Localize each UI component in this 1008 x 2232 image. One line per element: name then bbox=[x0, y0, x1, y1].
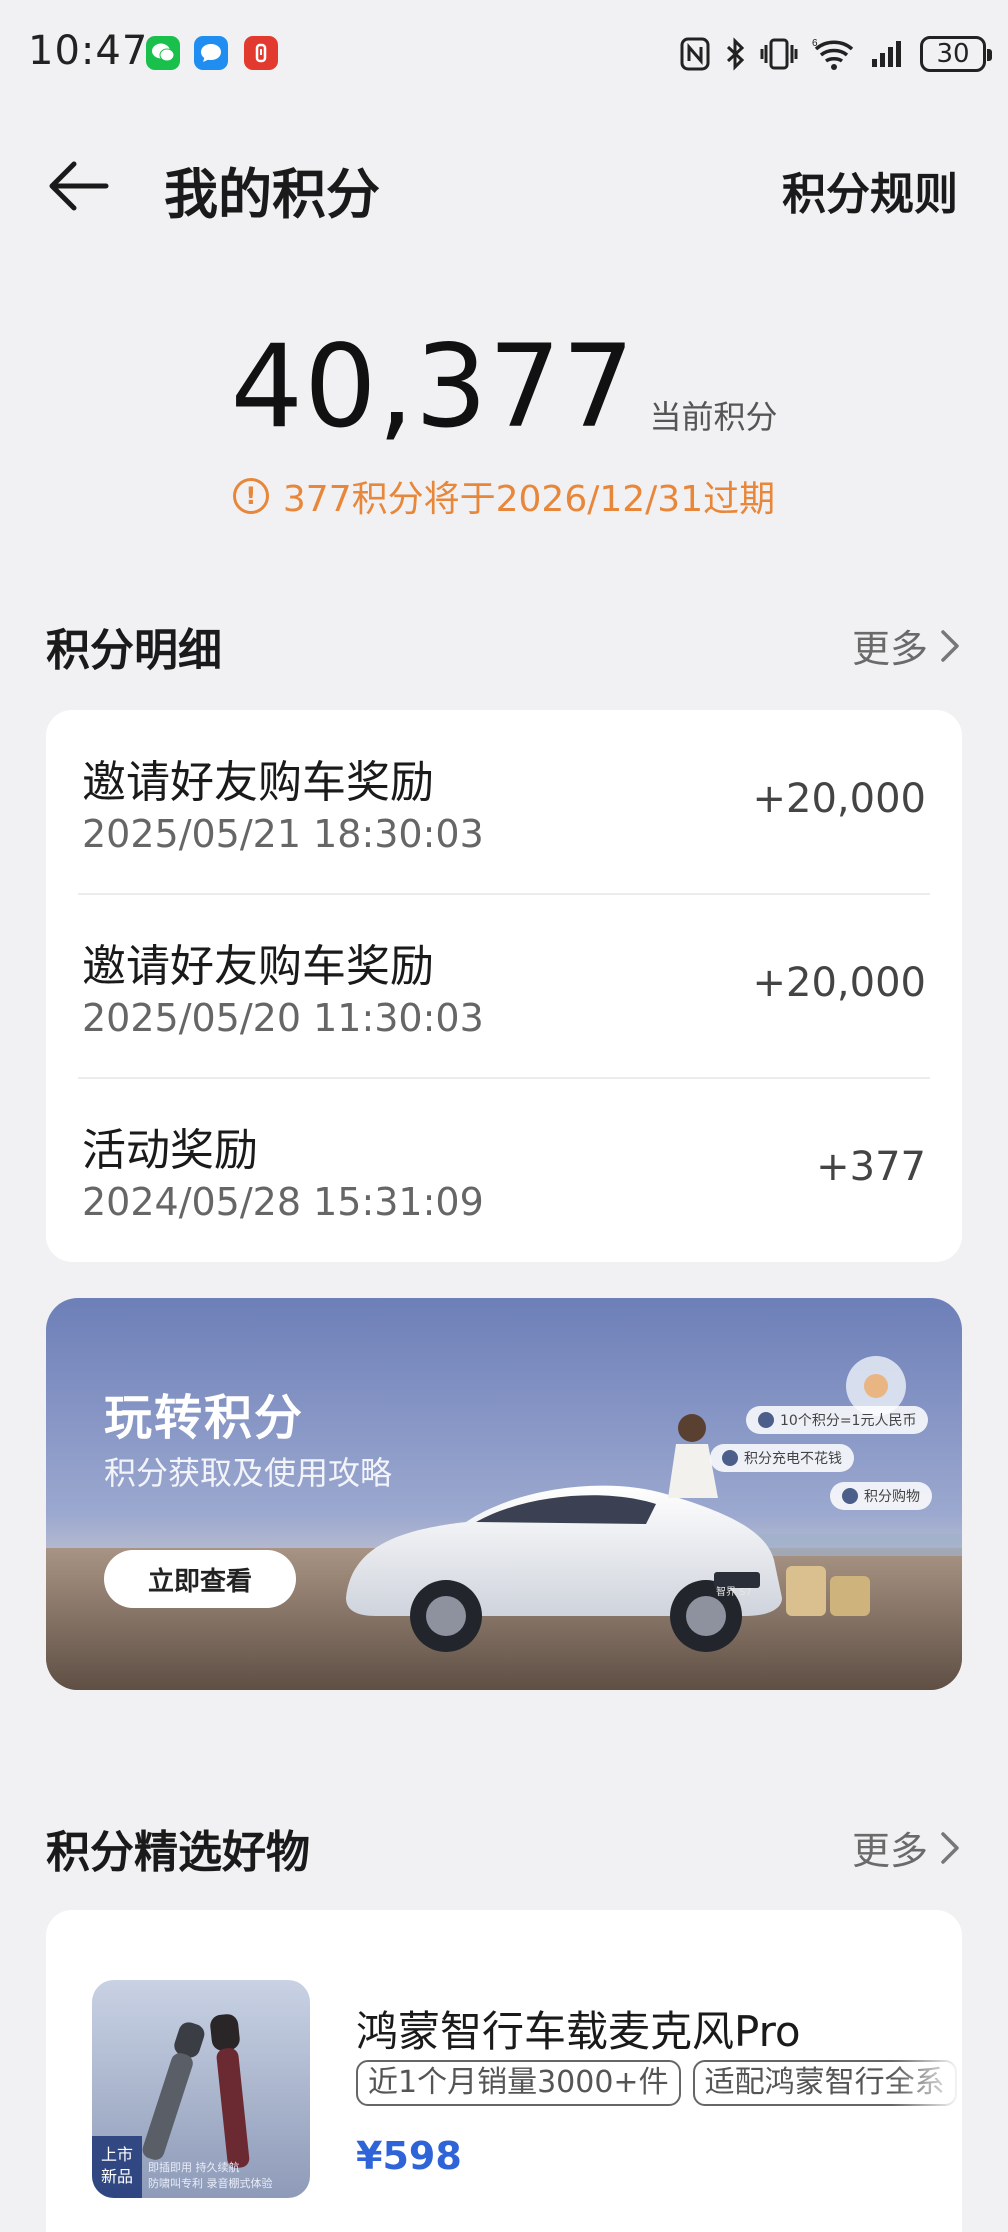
person-icon bbox=[758, 1412, 774, 1428]
details-more-link[interactable]: 更多 bbox=[852, 618, 962, 673]
banner-tag: 10个积分=1元人民币 bbox=[746, 1406, 929, 1434]
record-time: 2025/05/21 18:30:03 bbox=[82, 812, 484, 856]
banner-subtitle: 积分获取及使用攻略 bbox=[104, 1454, 393, 1492]
banner-title: 玩转积分 bbox=[104, 1390, 305, 1446]
more-label: 更多 bbox=[851, 627, 928, 671]
product-card[interactable]: 上市 新品 即插即用 持久续航 防啸叫专利 录音棚式体验 鸿蒙智行车载麦克风Pr… bbox=[46, 1910, 962, 2232]
warning-icon: ! bbox=[232, 478, 269, 514]
record-row[interactable]: 邀请好友购车奖励 2025/05/20 11:30:03 +20,000 bbox=[46, 894, 962, 1078]
record-amount: +377 bbox=[816, 1144, 926, 1190]
points-records-card: 邀请好友购车奖励 2025/05/21 18:30:03 +20,000 邀请好… bbox=[46, 710, 962, 1262]
record-time: 2024/05/28 15:31:09 bbox=[82, 1180, 484, 1224]
points-label: 当前积分 bbox=[649, 398, 778, 436]
record-title: 邀请好友购车奖励 bbox=[82, 757, 434, 808]
record-amount: +20,000 bbox=[752, 776, 926, 822]
wechat-icon bbox=[146, 36, 180, 70]
product-tags: 近1个月销量3000+件 适配鸿蒙智行全系 bbox=[356, 2060, 962, 2110]
battery-icon: 30 bbox=[920, 36, 992, 72]
nfc-icon bbox=[680, 34, 710, 74]
banner-car-image bbox=[46, 1298, 962, 1690]
tags-fade bbox=[892, 2060, 962, 2110]
banner-tag-label: 积分购物 bbox=[864, 1489, 920, 1505]
record-amount: +20,000 bbox=[752, 960, 926, 1006]
back-button[interactable] bbox=[46, 156, 114, 216]
points-summary: 40,377 当前积分 bbox=[0, 330, 1008, 450]
page-header: 我的积分 积分规则 bbox=[0, 140, 1008, 230]
expiry-notice: ! 377积分将于2026/12/31过期 bbox=[0, 470, 1008, 522]
messages-icon bbox=[194, 36, 228, 70]
product-price: ¥598 bbox=[356, 2134, 462, 2178]
svg-text:6: 6 bbox=[812, 38, 818, 49]
badge-line: 新品 bbox=[100, 2167, 133, 2186]
record-time: 2025/05/20 11:30:03 bbox=[82, 996, 484, 1040]
banner-tag-label: 积分充电不花钱 bbox=[744, 1451, 842, 1467]
caption-line: 即插即用 持久续航 bbox=[148, 2161, 240, 2174]
signal-icon bbox=[870, 34, 906, 74]
points-value: 40,377 bbox=[230, 320, 636, 453]
caption-line: 防啸叫专利 录音棚式体验 bbox=[148, 2177, 273, 2190]
license-plate: 智界 S7 bbox=[716, 1587, 752, 1598]
chevron-right-icon bbox=[941, 629, 959, 662]
record-title: 活动奖励 bbox=[82, 1125, 258, 1176]
vibrate-icon bbox=[760, 34, 798, 74]
products-more-link[interactable]: 更多 bbox=[852, 1820, 962, 1875]
product-image: 上市 新品 即插即用 持久续航 防啸叫专利 录音棚式体验 bbox=[92, 1980, 310, 2198]
person-icon bbox=[722, 1450, 738, 1466]
badge-line: 上市 bbox=[100, 2145, 133, 2164]
status-bar: 10:47 6 30 bbox=[0, 0, 1008, 110]
back-arrow-icon bbox=[49, 161, 109, 211]
record-row[interactable]: 活动奖励 2024/05/28 15:31:09 +377 bbox=[46, 1078, 962, 1262]
person-icon bbox=[842, 1488, 858, 1504]
chevron-right-icon bbox=[941, 1831, 959, 1864]
record-row[interactable]: 邀请好友购车奖励 2025/05/21 18:30:03 +20,000 bbox=[46, 710, 962, 894]
status-time: 10:47 bbox=[28, 28, 149, 74]
more-label: 更多 bbox=[851, 1829, 928, 1873]
bluetooth-icon bbox=[724, 34, 746, 74]
points-rules-link[interactable]: 积分规则 bbox=[782, 158, 958, 222]
product-tag: 近1个月销量3000+件 bbox=[356, 2060, 681, 2106]
new-product-badge: 上市 新品 bbox=[92, 2136, 142, 2198]
view-now-button[interactable]: 立即查看 bbox=[104, 1550, 296, 1608]
banner-tag: 积分充电不花钱 bbox=[710, 1444, 854, 1472]
expiry-text: 377积分将于2026/12/31过期 bbox=[282, 479, 776, 520]
red-app-icon bbox=[244, 36, 278, 70]
product-name: 鸿蒙智行车载麦克风Pro bbox=[356, 2007, 801, 2056]
details-section-title: 积分明细 bbox=[46, 625, 222, 676]
banner-tag-label: 10个积分=1元人民币 bbox=[780, 1413, 917, 1429]
page-title: 我的积分 bbox=[164, 163, 380, 226]
status-indicators: 6 30 bbox=[680, 32, 992, 76]
product-image-caption: 即插即用 持久续航 防啸叫专利 录音棚式体验 bbox=[148, 2160, 273, 2192]
record-title: 邀请好友购车奖励 bbox=[82, 941, 434, 992]
banner-tag: 积分购物 bbox=[830, 1482, 932, 1510]
points-guide-banner[interactable]: 10个积分=1元人民币 积分充电不花钱 积分购物 智界 S7 玩转积分 积分获取… bbox=[46, 1298, 962, 1690]
products-section-title: 积分精选好物 bbox=[46, 1827, 310, 1878]
wifi-icon: 6 bbox=[812, 34, 856, 74]
